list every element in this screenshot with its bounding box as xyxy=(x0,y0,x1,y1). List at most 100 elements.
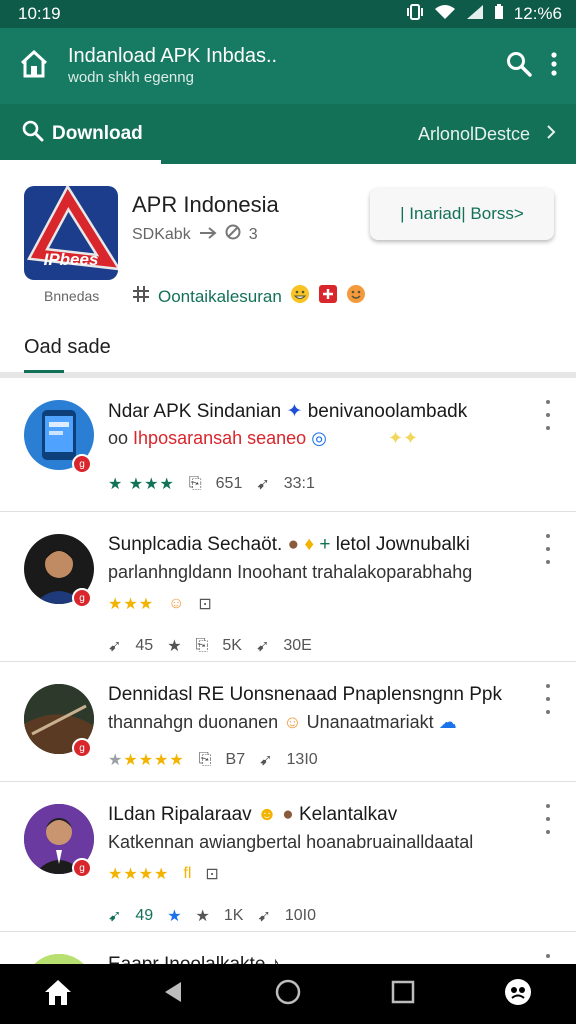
overflow-menu-button[interactable] xyxy=(550,51,558,81)
star-icon: ★ xyxy=(167,638,182,655)
cloud-icon: ☁ xyxy=(438,712,457,732)
item-stats: ➹ 49 ★ ★ 1K ➹ 10I0 xyxy=(108,906,316,926)
star-icon: ★ xyxy=(167,908,182,925)
back-triangle-icon xyxy=(163,981,183,1008)
item-rating-row: ★★★ ☺ ⊡ xyxy=(108,594,212,614)
status-bar: 10:19 12:%6 xyxy=(0,0,576,28)
wifi-icon xyxy=(434,4,456,25)
bell-icon: ♦ xyxy=(304,534,315,555)
person-emoji-icon: ● xyxy=(282,804,294,825)
share-icon: ➹ xyxy=(257,908,271,925)
arrow-right-icon xyxy=(199,226,217,244)
avatar-badge: g xyxy=(72,454,92,474)
smile-emoji-icon xyxy=(346,284,366,309)
more-options-button[interactable] xyxy=(540,400,556,430)
assistant-icon xyxy=(503,977,533,1012)
more-options-button[interactable] xyxy=(540,684,556,714)
chevron-right-icon xyxy=(546,124,556,145)
item-title: Eaapr Inoolalkakte ♪ xyxy=(108,954,524,964)
more-vert-icon xyxy=(550,51,558,80)
plus-icon: + xyxy=(319,534,331,555)
thumb-icon: ➹ xyxy=(256,476,270,493)
sound-icon: ♪ xyxy=(271,954,281,964)
star-icon: ★ xyxy=(195,908,210,925)
item-stats: ➹ 45 ★ ⎘ 5K ➹ 30E xyxy=(108,636,312,656)
more-options-button[interactable] xyxy=(540,804,556,834)
item-rating-row: ★★★★ fl ⊡ xyxy=(108,864,219,884)
image-icon: ⊡ xyxy=(198,596,212,613)
page-subtitle: wodn shkh egenng xyxy=(68,69,194,86)
tab-download[interactable]: Download xyxy=(0,104,161,164)
save-icon: ⎘ xyxy=(195,637,209,654)
more-options-button[interactable] xyxy=(540,534,556,564)
title-block: Indanload APK Inbdas.. wodn shkh egenng xyxy=(68,44,506,88)
search-button[interactable] xyxy=(506,51,532,82)
status-time: 10:19 xyxy=(18,4,61,23)
stat-count: 30E xyxy=(283,637,312,654)
main-content: IPbees APR Indonesia SDKabk 3 | Inariad|… xyxy=(0,164,576,964)
rating-stars: ★ ★★★ xyxy=(108,476,175,493)
tab-android-device[interactable]: ArlonolDestce xyxy=(418,124,576,145)
thumb-icon: ➹ xyxy=(108,908,122,925)
stat-count: 45 xyxy=(135,637,154,654)
stat-count: 49 xyxy=(135,907,154,924)
home-icon xyxy=(19,49,49,83)
developer-label: Oontaikalesuran xyxy=(158,286,282,306)
app-header: IPbees APR Indonesia SDKabk 3 | Inariad|… xyxy=(0,164,576,378)
more-options-button[interactable] xyxy=(540,954,556,964)
nav-back-button[interactable] xyxy=(143,964,203,1024)
save-icon: ⎘ xyxy=(198,751,212,768)
rating-suffix: fl xyxy=(183,865,192,882)
tab-bar: Download ArlonolDestce xyxy=(0,104,576,164)
item-stats: ★ ★★★ ⎘ 651 ➹ 33:1 xyxy=(108,474,315,494)
app-logo[interactable]: IPbees xyxy=(24,186,118,280)
stat-count: B7 xyxy=(225,751,246,768)
search-icon xyxy=(22,120,44,148)
app-meta-number: 3 xyxy=(248,225,258,243)
save-icon: ⎘ xyxy=(188,475,202,492)
item-title: Ndar APK Sindanian ✦ benivanoolambadk xyxy=(108,401,468,422)
thumb-icon: ➹ xyxy=(108,638,122,655)
nav-recents-button[interactable] xyxy=(373,964,433,1024)
stat-count: 651 xyxy=(215,475,243,492)
list-item[interactable]: Eaapr Inoolalkakte ♪ xyxy=(0,932,576,964)
more-vert-icon xyxy=(546,534,550,538)
logo-caption: Bnnedas xyxy=(44,288,100,304)
list-item[interactable]: g ILdan Ripalaraav ☻ ● Kelantalkav Katke… xyxy=(0,782,576,932)
square-icon xyxy=(391,980,415,1009)
rating-stars: ★★★★ xyxy=(108,866,170,883)
battery-icon xyxy=(494,3,504,25)
install-button[interactable]: | Inariad| Borss> xyxy=(370,188,554,240)
person-photo xyxy=(24,954,94,964)
avatar-badge: g xyxy=(72,738,92,758)
tab-download-label: Download xyxy=(52,123,143,144)
item-title: Sunplcadia Sechaöt. ● ♦ + letol Jownubal… xyxy=(108,534,470,555)
item-subtitle: thannahgn duonanen ☺ Unanaatmariakt ☁ xyxy=(108,712,457,732)
app-logo-text: IPbees xyxy=(43,250,99,269)
install-button-label: | Inariad| Borss> xyxy=(400,204,524,223)
vibrate-icon xyxy=(406,3,424,25)
developer-row[interactable]: Oontaikalesuran xyxy=(132,284,366,309)
plus-badge-icon xyxy=(318,284,338,309)
rating-stars: ★★★ xyxy=(108,596,155,613)
share-icon: ➹ xyxy=(259,752,273,769)
stat-count: 1K xyxy=(223,907,244,924)
item-subtitle: oo Ihposaransah seaneo ◎ ✦✦ xyxy=(108,428,419,448)
list-item[interactable]: g Ndar APK Sindanian ✦ benivanoolambadk … xyxy=(0,378,576,512)
list-item[interactable]: g Dennidasl RE Uonsnenaad Pnaplensngnn P… xyxy=(0,662,576,782)
nav-home-button[interactable] xyxy=(28,964,88,1024)
smile-emoji-icon: ☺ xyxy=(168,595,185,612)
hands-icon: ✦ xyxy=(286,401,303,422)
nav-home-circle-button[interactable] xyxy=(258,964,318,1024)
item-title: ILdan Ripalaraav ☻ ● Kelantalkav xyxy=(108,804,398,825)
heart-eyes-emoji-icon: ☻ xyxy=(256,804,277,825)
nav-assistant-button[interactable] xyxy=(488,964,548,1024)
avatar xyxy=(24,954,94,964)
tab-android-device-label: ArlonolDestce xyxy=(417,123,530,144)
home-button[interactable] xyxy=(0,28,68,104)
list-item[interactable]: g Sunplcadia Sechaöt. ● ♦ + letol Jownub… xyxy=(0,512,576,662)
section-title: Oad sade xyxy=(24,336,111,358)
app-meta-text: SDKabk xyxy=(132,225,191,243)
item-stats: ★★★★★ ⎘ B7 ➹ 13I0 xyxy=(108,750,318,770)
search-icon xyxy=(506,51,532,81)
